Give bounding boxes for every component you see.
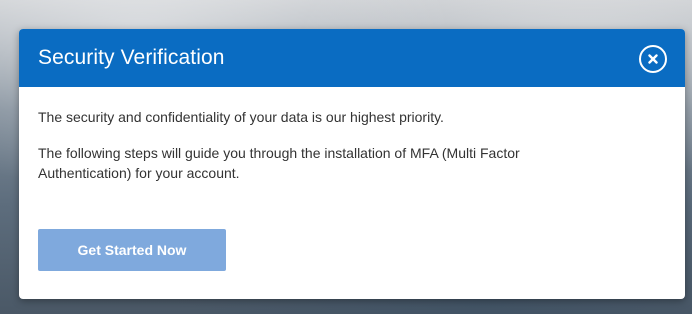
dialog-title: Security Verification <box>38 46 225 69</box>
priority-message: The security and confidentiality of your… <box>38 109 444 125</box>
security-verification-dialog: Security Verification The security and c… <box>19 29 685 299</box>
get-started-button[interactable]: Get Started Now <box>38 229 226 271</box>
dialog-header: Security Verification <box>19 29 685 87</box>
mfa-instructions: The following steps will guide you throu… <box>38 145 520 181</box>
dialog-body: The security and confidentiality of your… <box>19 87 685 183</box>
close-button[interactable] <box>639 45 667 73</box>
close-icon <box>648 54 658 64</box>
